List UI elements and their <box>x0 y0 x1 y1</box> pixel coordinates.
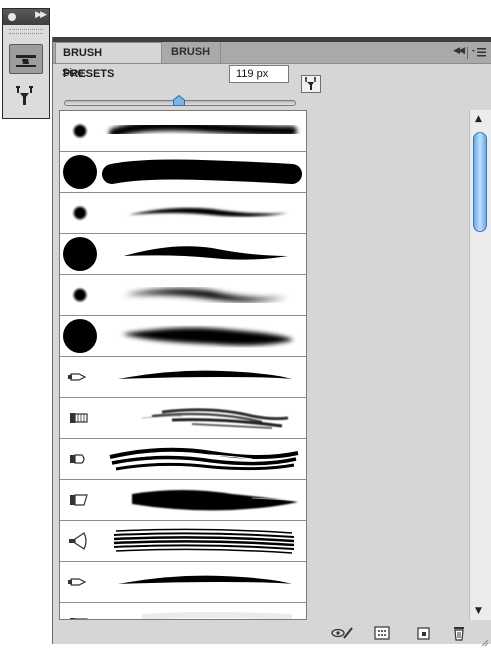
brush-stroke-preview <box>124 288 288 302</box>
scroll-up-icon[interactable]: ▲ <box>475 114 482 124</box>
brush-panel-dock-button[interactable] <box>9 81 43 111</box>
brush-preset-row[interactable] <box>60 316 306 357</box>
slider-thumb-icon <box>173 94 185 106</box>
panel-menu-icon <box>472 48 486 57</box>
brush-preset-row[interactable] <box>60 234 306 275</box>
delete-preset-button[interactable] <box>450 625 468 641</box>
tab-brush[interactable]: BRUSH <box>164 42 221 63</box>
brush-stroke-preview <box>122 327 294 346</box>
brush-preset-row[interactable] <box>60 562 306 603</box>
brush-stroke-preview <box>102 159 302 184</box>
panel-menu-button[interactable] <box>471 44 487 60</box>
panel-bottom-toolbar <box>53 622 491 647</box>
brush-preset-row[interactable] <box>60 357 306 398</box>
brush-stroke-preview <box>109 447 299 471</box>
brush-stroke-preview <box>109 120 297 138</box>
soft-round-tip-icon <box>72 123 88 139</box>
size-label: Size: <box>62 67 87 79</box>
brush-presets-panel: BRUSH PRESETS BRUSH ◀◀ Size: 119 px ▲ ▼ <box>52 37 491 647</box>
scroll-down-icon[interactable]: ▼ <box>475 606 482 616</box>
expand-panels-icon[interactable]: ▶▶ <box>35 10 47 20</box>
tab-brush-presets[interactable]: BRUSH PRESETS <box>55 42 162 80</box>
brush-stroke-preview <box>113 528 295 554</box>
brush-stroke-preview <box>118 370 292 379</box>
tab-bar: BRUSH PRESETS BRUSH ◀◀ <box>53 42 491 80</box>
bristle-fan-tip-icon <box>69 532 87 550</box>
hard-round-tip-icon <box>63 155 97 189</box>
hard-round-tip-icon <box>63 237 97 271</box>
brush-panel-icon <box>305 77 316 90</box>
brush-preset-row[interactable] <box>60 152 306 193</box>
open-brush-panel-button[interactable] <box>373 625 391 641</box>
brush-preset-row[interactable] <box>60 275 306 316</box>
brush-preset-rows <box>60 111 306 619</box>
toggle-live-tip-preview-button[interactable] <box>330 625 354 641</box>
brush-grid-icon <box>374 626 390 640</box>
tab-divider <box>467 47 468 59</box>
trash-icon <box>454 627 464 641</box>
brush-preset-list[interactable] <box>59 110 307 620</box>
brush-preset-row[interactable] <box>60 111 306 152</box>
brush-stroke-preview <box>128 207 288 217</box>
brush-stroke-preview <box>141 612 293 619</box>
brush-preset-row[interactable] <box>60 521 306 562</box>
soft-round-tip-icon <box>72 205 88 221</box>
hard-round-tip-icon <box>63 319 97 353</box>
soft-round-tip-icon <box>72 287 88 303</box>
new-preset-button[interactable] <box>414 625 432 641</box>
resize-grip-icon <box>481 639 489 647</box>
brush-presets-dock-button[interactable] <box>9 44 43 74</box>
bristle-round-blunt-tip-icon <box>70 454 85 464</box>
bristle-flat-tip-icon <box>70 413 88 423</box>
dock-close-icon[interactable] <box>8 13 16 21</box>
brush-stroke-preview <box>124 246 288 260</box>
bristle-flat-tip-icon <box>70 618 88 619</box>
list-scrollbar[interactable]: ▲ ▼ <box>469 110 491 620</box>
resize-grip[interactable] <box>481 634 489 647</box>
bristle-angle-tip-icon <box>70 494 88 506</box>
dock-grip[interactable] <box>9 29 43 34</box>
panel-dock: ▶▶ <box>2 8 50 119</box>
brush-preset-row[interactable] <box>60 193 306 234</box>
brush-preset-row[interactable] <box>60 603 306 619</box>
dock-titlebar: ▶▶ <box>3 9 49 25</box>
brush-stroke-preview <box>141 408 289 429</box>
size-input[interactable]: 119 px <box>229 65 289 83</box>
collapse-panel-icon[interactable]: ◀◀ <box>453 46 465 56</box>
bristle-round-point-tip-icon <box>68 373 87 381</box>
size-slider-thumb[interactable] <box>173 93 185 106</box>
new-preset-icon <box>417 627 430 640</box>
brush-panel-icon <box>16 86 33 105</box>
brush-preset-row[interactable] <box>60 439 306 480</box>
eye-brush-icon <box>331 627 353 639</box>
brush-stroke-preview <box>118 575 292 584</box>
brush-presets-icon <box>16 55 36 67</box>
scroll-thumb[interactable] <box>473 132 487 232</box>
toggle-brush-panel-button[interactable] <box>301 75 321 93</box>
bristle-round-point-tip-icon <box>68 578 87 586</box>
brush-preset-row[interactable] <box>60 480 306 521</box>
brush-stroke-preview <box>132 490 298 511</box>
brush-preset-row[interactable] <box>60 398 306 439</box>
